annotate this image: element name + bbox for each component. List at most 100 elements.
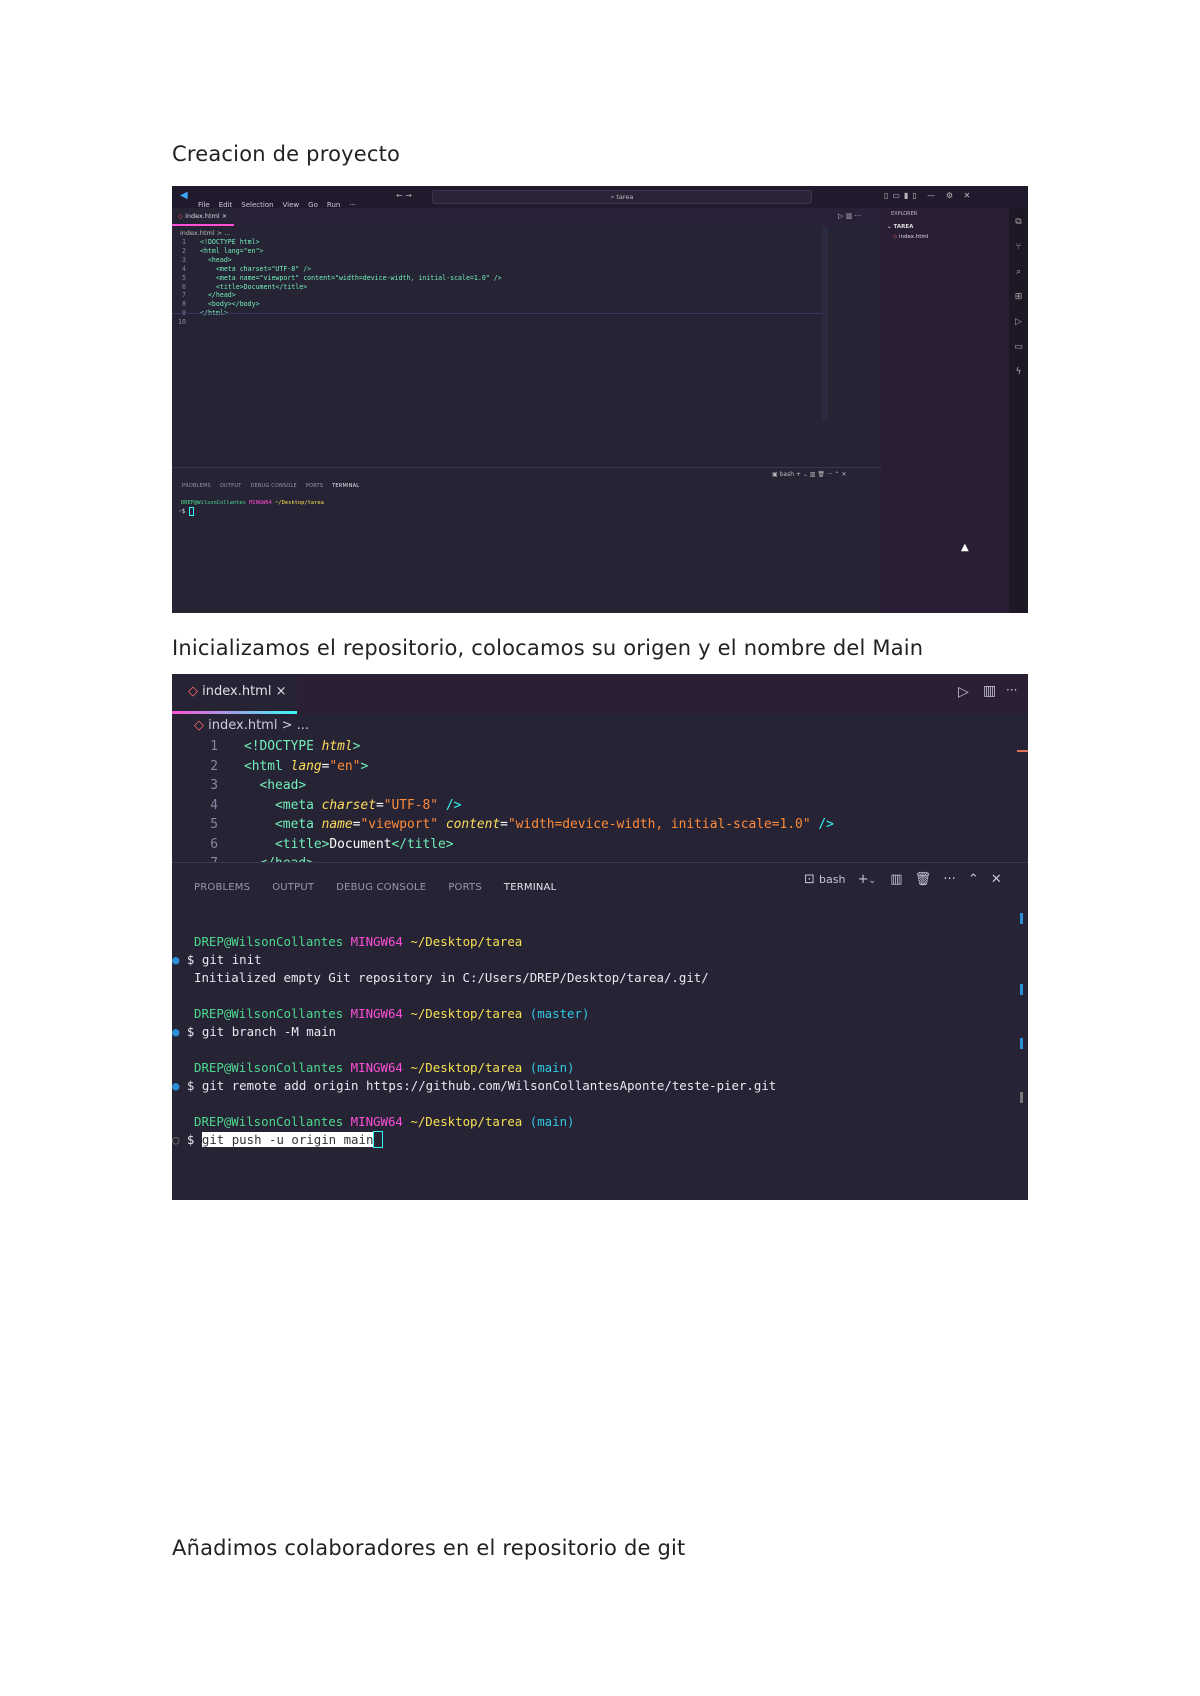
terminal-output[interactable]: DREP@WilsonCollantes MINGW64 ~/Desktop/t… (172, 933, 1012, 1149)
activity-icons[interactable]: ⧉ ⑂ ⌕ ⊞ ▷ ▭ ϟ (1009, 208, 1028, 385)
tab-problems[interactable]: PROBLEMS (182, 483, 211, 489)
tab-debug-console[interactable]: DEBUG CONSOLE (250, 483, 296, 489)
terminal-actions[interactable]: ▣ bash + ⌄ ▥ 🗑 ··· ⌃ ✕ (772, 471, 846, 478)
search-text: tarea (616, 193, 634, 201)
command-line: ● $ git remote add origin https://github… (172, 1078, 777, 1093)
scroll-marker (1020, 1092, 1023, 1103)
editor-scrollbar[interactable] (822, 226, 828, 421)
tab-ports[interactable]: PORTS (306, 483, 323, 489)
code-line: 4 <meta charset="UTF-8" /> (172, 265, 812, 274)
heading-inicializamos: Inicializamos el repositorio, colocamos … (172, 636, 924, 660)
run-split-more-icons[interactable]: ▷ ▥ ··· (838, 212, 861, 220)
tab-terminal[interactable]: TERMINAL (504, 882, 556, 893)
prompt-host: MINGW64 (249, 500, 272, 506)
tab-terminal[interactable]: TERMINAL (332, 483, 359, 489)
code-editor[interactable]: 1 2 3 4 5 6 7 <!DOCTYPE html> <html lang="en">… (172, 737, 1002, 862)
code-line: 10 (172, 318, 812, 327)
line-number: 8 (182, 300, 186, 309)
line-number: 5 (182, 273, 186, 282)
prompt-line: DREP@WilsonCollantes MINGW64 ~/Desktop/t… (194, 1006, 590, 1021)
line-number: 4 (182, 264, 186, 273)
tab-output[interactable]: OUTPUT (272, 882, 314, 893)
code-line: 3 <head> (172, 256, 812, 265)
scroll-marker (1020, 913, 1023, 924)
tab-ports[interactable]: PORTS (448, 882, 482, 893)
line-number: 6 (210, 836, 218, 852)
scroll-marker (1020, 1038, 1023, 1049)
prompt-user: DREP@WilsonCollantes (181, 500, 246, 506)
close-panel-icon[interactable]: ✕ (991, 872, 1002, 887)
breadcrumb: index.html > ... (180, 229, 231, 237)
maximize-panel-icon[interactable]: ⌃ (968, 872, 979, 887)
code-line: 7 </head> (172, 291, 812, 300)
code-line: 2 <html lang="en"> (172, 247, 812, 256)
screenshot-vscode-project: ◀ File Edit Selection View Go Run ··· ← → ⌕ ta… (172, 186, 1028, 613)
code-line: <html lang="en"> (244, 758, 369, 774)
shell-name[interactable]: bash (819, 873, 845, 886)
split-terminal-icon[interactable]: ▥ (890, 872, 902, 887)
tab-index-html[interactable]: ◇ index.html × (172, 208, 234, 226)
trash-icon[interactable]: 🗑 (915, 872, 932, 887)
line-text: <!DOCTYPE html> (200, 238, 260, 246)
code-line: <meta charset="UTF-8" /> (275, 797, 462, 813)
tab-debug-console[interactable]: DEBUG CONSOLE (336, 882, 426, 893)
panel-tabs: PROBLEMS OUTPUT DEBUG CONSOLE PORTS TERMINAL (194, 875, 578, 894)
selected-command[interactable]: git push -u origin main (201, 1132, 374, 1147)
terminal-icon[interactable]: ⊡ (804, 872, 815, 887)
screenshot-terminal-git: ◇ index.html × ▷ ▥ ··· ◇ index.html > ..… (172, 674, 1028, 1200)
line-number: 7 (202, 854, 218, 862)
folder-tarea[interactable]: ⌄ TAREA (887, 224, 913, 230)
search-input[interactable]: ⌕ tarea (432, 190, 812, 204)
run-icon[interactable]: ▷ (958, 684, 969, 700)
output-line: Initialized empty Git repository in C:/U… (194, 970, 709, 985)
explorer-title: EXPLORER (891, 211, 918, 217)
file-index-html[interactable]: ◇ index.html (893, 234, 928, 240)
scrollbar-marker (1017, 750, 1028, 752)
panel-tabs: PROBLEMS OUTPUT DEBUG CONSOLE PORTS TERMINAL (182, 472, 381, 491)
code-line: <meta name="viewport" content="width=dev… (275, 817, 834, 832)
line-number: 2 (182, 246, 186, 255)
nav-arrows-icon[interactable]: ← → (396, 191, 412, 200)
line-number: 3 (210, 778, 218, 793)
editor-tabs: ◇ index.html × ▷ ▥ ··· (172, 674, 1028, 714)
command-line-current[interactable]: ○ $ git push -u origin main (172, 1131, 1012, 1149)
command-line: ● $ git branch -M main (172, 1024, 337, 1039)
line-number: 4 (210, 797, 218, 813)
line-number: 6 (182, 282, 186, 291)
tab-problems[interactable]: PROBLEMS (194, 882, 250, 893)
tab-label: index.html (185, 212, 220, 220)
scroll-marker (1020, 984, 1023, 995)
line-text: <meta charset="UTF-8" /> (200, 264, 312, 273)
line-text: <meta name="viewport" content="width=dev… (200, 273, 502, 282)
tab-output[interactable]: OUTPUT (220, 483, 242, 489)
line-number: 2 (210, 758, 218, 774)
code-line: <head> (259, 778, 307, 793)
line-number: 10 (178, 318, 186, 327)
split-editor-icon[interactable]: ▥ (983, 683, 996, 699)
more-icon[interactable]: ··· (943, 872, 955, 887)
terminal-cursor (373, 1131, 383, 1148)
line-text: <html lang="en"> (200, 246, 264, 255)
heading-creacion: Creacion de proyecto (172, 142, 401, 166)
close-tab-icon[interactable]: × (276, 684, 287, 699)
code-line: </head> (244, 854, 834, 862)
new-terminal-icon[interactable]: + (858, 872, 869, 887)
line-text: <head> (200, 255, 232, 264)
layout-icons[interactable]: ▯▭▮▯ — ⚙ ✕ (884, 191, 974, 200)
mouse-cursor-icon: ▲ (961, 542, 969, 553)
tab-index-html[interactable]: ◇ index.html × (172, 674, 297, 714)
chevron-down-icon[interactable]: ⌄ (869, 876, 877, 886)
line-number: 7 (182, 291, 186, 300)
vscode-logo-icon: ◀ (180, 190, 188, 201)
explorer-sidebar: EXPLORER ⌄ TAREA ◇ index.html ▲ (881, 208, 1009, 613)
line-text: <body></body> (200, 300, 260, 309)
line-number: 3 (182, 255, 186, 264)
line-text: <title>Document</title> (200, 282, 308, 291)
terminal-cursor[interactable]: ◦$ (178, 507, 195, 516)
terminal-panel: PROBLEMS OUTPUT DEBUG CONSOLE PORTS TERMINAL… (172, 467, 881, 613)
line-text: </head> (200, 291, 236, 300)
terminal-prompt: DREP@WilsonCollantes MINGW64 ~/Desktop/t… (181, 500, 324, 506)
prompt-line: DREP@WilsonCollantes MINGW64 ~/Desktop/t… (194, 934, 523, 949)
more-icon[interactable]: ··· (1006, 683, 1017, 697)
code-line: <title>Document</title> (275, 836, 454, 852)
